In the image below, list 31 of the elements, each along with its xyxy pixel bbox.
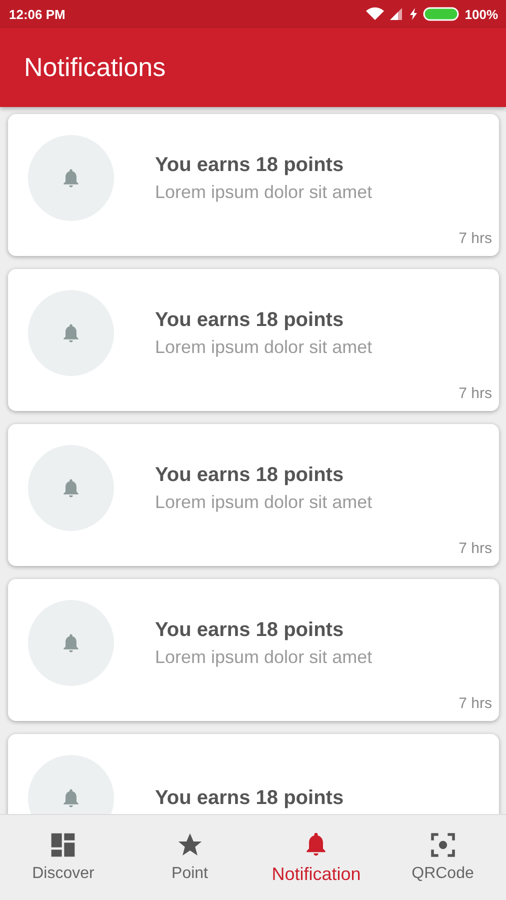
screen-title: Notifications — [24, 52, 166, 83]
notification-title: You earns 18 points — [155, 618, 345, 642]
nav-tab[interactable]: Discover — [0, 815, 126, 893]
grid-icon — [49, 831, 78, 859]
nav-tab[interactable]: Notification — [253, 815, 380, 893]
status-time: 12:06 PM — [9, 6, 66, 22]
nav-tab[interactable]: Point — [126, 815, 253, 893]
notification-time: 7 hrs — [458, 540, 492, 557]
nav-tab[interactable]: QRCode — [380, 815, 506, 893]
notification-title: You earns 18 points — [155, 786, 344, 810]
notification-title: You earns 18 points — [155, 154, 345, 176]
notification-card[interactable]: You earns 18 points Lorem ipsum dolor sit amet 7 hrs — [8, 114, 499, 256]
battery-icon — [422, 7, 459, 21]
notification-card[interactable]: You earns 18 points Lorem ipsum dolor sit amet 7 hrs — [8, 424, 499, 566]
notification-time: 7 hrs — [458, 230, 492, 247]
notification-message: Lorem ipsum dolor sit amet — [155, 182, 372, 202]
notification-card[interactable]: You earns 18 points — [8, 734, 499, 814]
notification-title: You earns 18 points — [155, 464, 345, 486]
notification-title: You earns 18 points — [155, 308, 345, 332]
signal-icon — [390, 8, 404, 20]
notification-card[interactable]: You earns 18 points Lorem ipsum dolor sit amet 7 hrs — [8, 269, 499, 411]
notification-message: Lorem ipsum dolor sit amet — [155, 492, 372, 512]
notification-message: Lorem ipsum dolor sit amet — [155, 646, 372, 668]
charging-icon — [410, 8, 417, 20]
wifi-icon — [366, 7, 384, 21]
battery-percent: 100% — [464, 6, 498, 22]
notification-message: Lorem ipsum dolor sit amet — [155, 336, 372, 358]
notification-time: 7 hrs — [458, 385, 492, 402]
notification-card[interactable]: You earns 18 points Lorem ipsum dolor sit amet 7 hrs — [8, 579, 499, 721]
scan-icon — [428, 831, 457, 859]
notification-time: 7 hrs — [458, 695, 492, 712]
